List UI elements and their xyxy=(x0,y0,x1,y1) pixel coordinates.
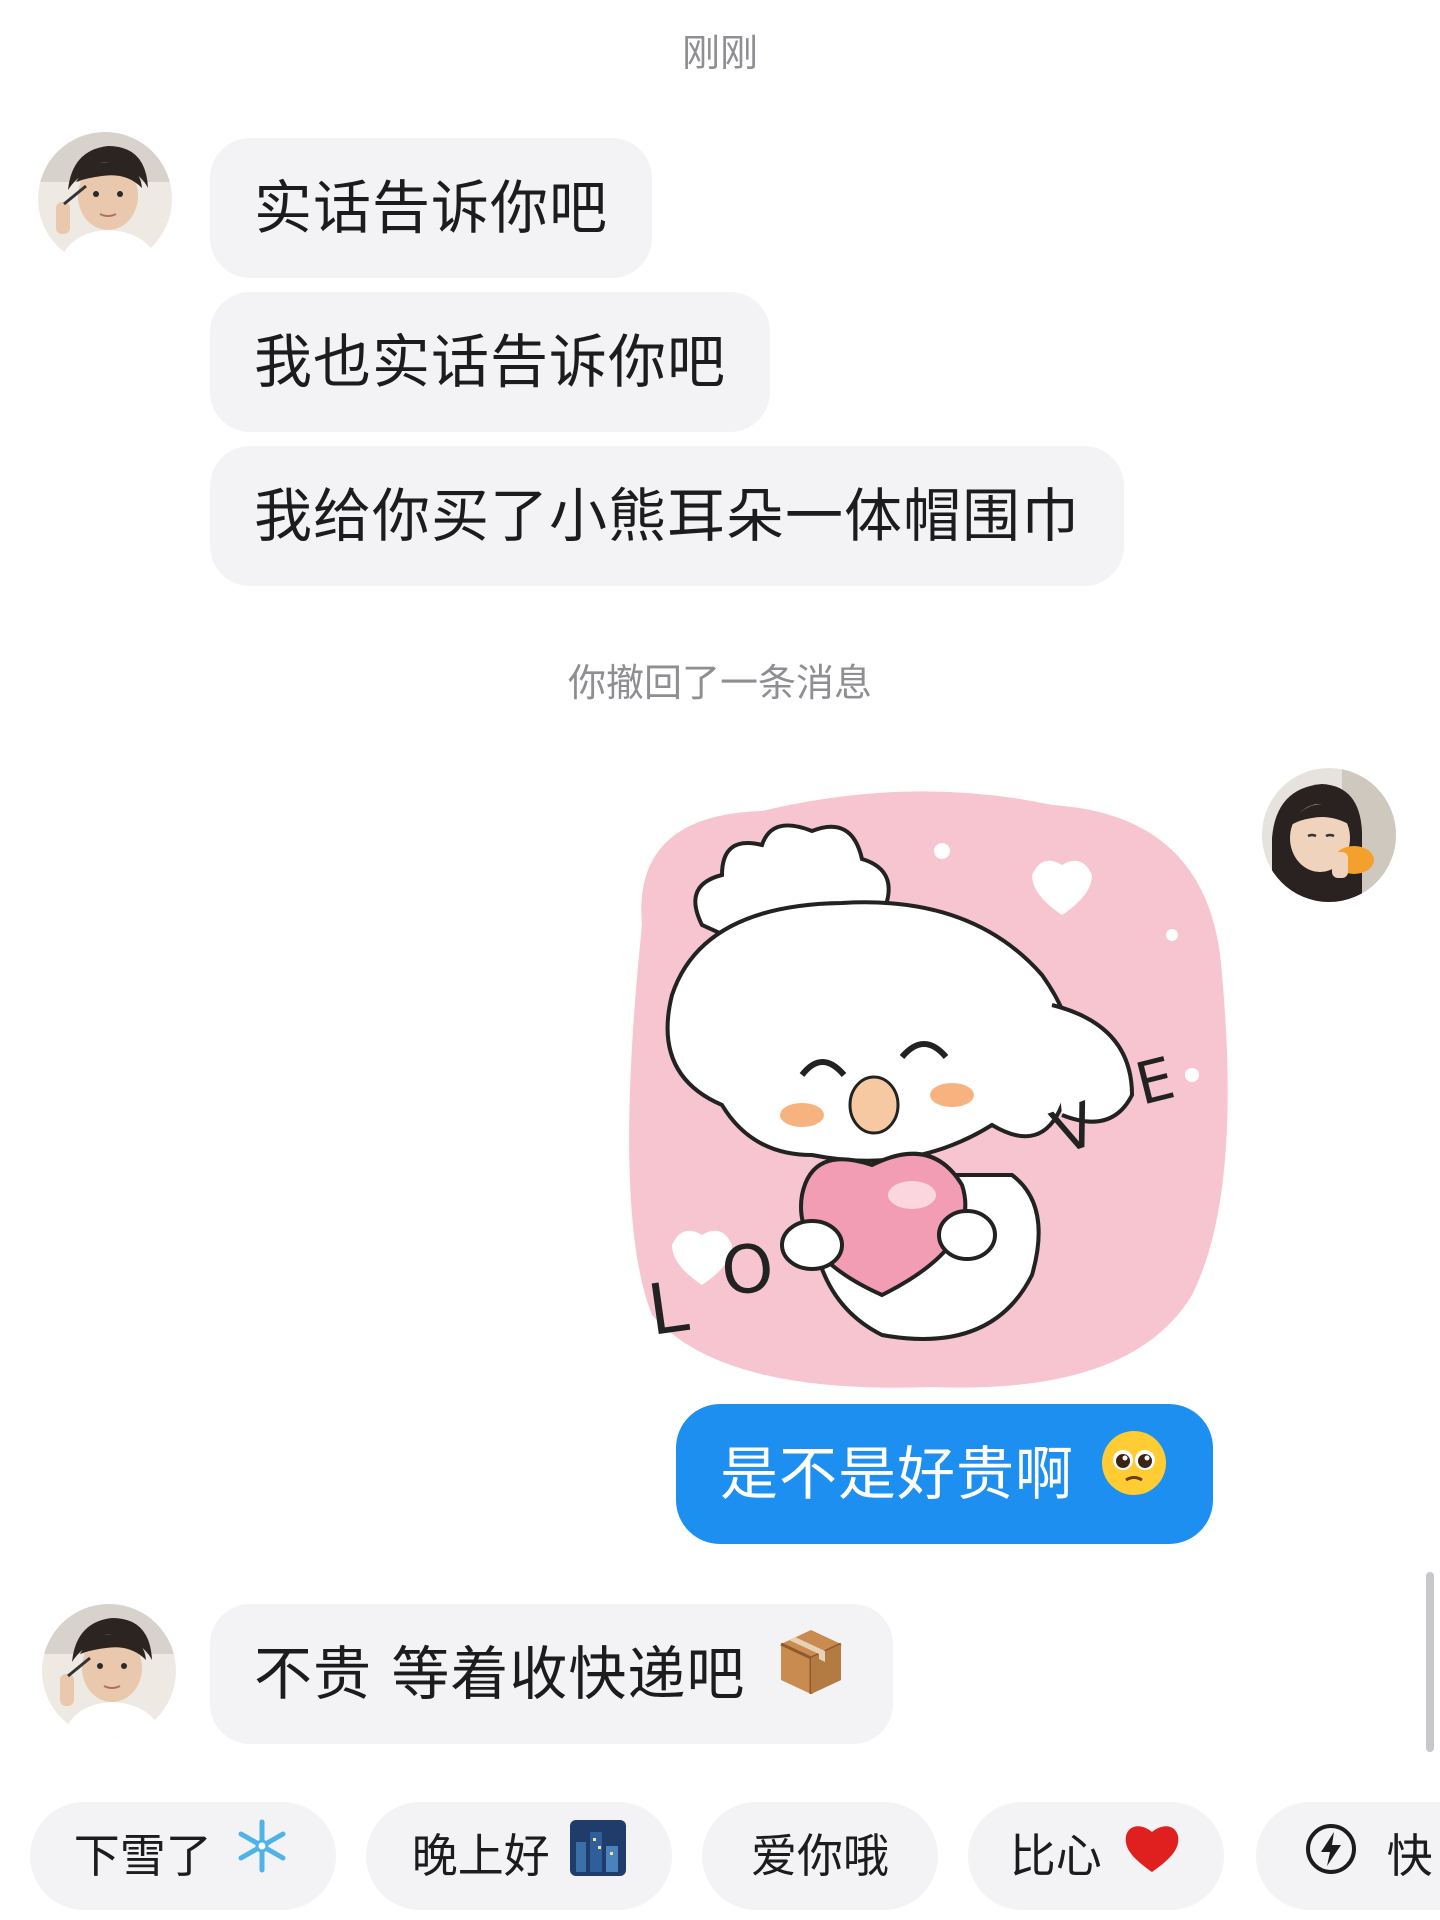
contact-avatar[interactable] xyxy=(38,132,172,266)
my-avatar[interactable] xyxy=(1262,768,1396,902)
lightning-icon xyxy=(1304,1806,1358,1914)
sticker-letter: O xyxy=(718,1229,778,1311)
pleading-face-icon xyxy=(1099,1408,1169,1548)
bunny-holding-heart-sticker-icon: L O V E xyxy=(629,791,1228,1388)
quick-reply-chip[interactable]: 晚上好 xyxy=(366,1802,672,1910)
message-bubble[interactable]: 实话告诉你吧 xyxy=(210,138,653,278)
chip-label: 爱你哦 xyxy=(751,1829,889,1883)
love-sticker[interactable]: L O V E xyxy=(612,775,1236,1395)
contact-avatar[interactable] xyxy=(42,1604,176,1738)
quick-reply-chip[interactable]: 下雪了 xyxy=(30,1802,336,1910)
contact-photo-icon xyxy=(38,132,172,266)
scrollbar[interactable] xyxy=(1426,1572,1434,1752)
red-heart-icon xyxy=(1122,1806,1182,1914)
package-icon xyxy=(773,1608,849,1748)
chip-label: 晚上好 xyxy=(411,1829,550,1883)
my-photo-icon xyxy=(1262,768,1396,902)
recall-notice: 你撤回了一条消息 xyxy=(567,661,872,705)
message-bubble[interactable]: 我也实话告诉你吧 xyxy=(210,292,771,432)
night-city-icon xyxy=(570,1806,627,1914)
message-bubble[interactable]: 我给你买了小熊耳朵一体帽围巾 xyxy=(210,446,1125,586)
quick-reply-bar: 下雪了 晚上好 爱你哦 比心 快 xyxy=(0,1800,1440,1920)
chip-label: 下雪了 xyxy=(73,1829,212,1883)
quick-reply-chip[interactable]: 爱你哦 xyxy=(702,1802,938,1910)
chip-label: 快 xyxy=(1386,1829,1433,1883)
snowflake-icon xyxy=(232,1806,292,1914)
quick-reply-chip[interactable]: 比心 xyxy=(968,1802,1224,1910)
message-text: 是不是好贵啊 xyxy=(720,1440,1075,1508)
message-text: 不贵 等着收快递吧 xyxy=(254,1640,746,1708)
message-bubble-outgoing[interactable]: 是不是好贵啊 xyxy=(676,1404,1214,1544)
timestamp: 刚刚 xyxy=(681,31,758,75)
contact-photo-icon xyxy=(42,1604,176,1738)
message-bubble[interactable]: 不贵 等着收快递吧 xyxy=(210,1604,893,1744)
quick-reply-chip[interactable]: 快 xyxy=(1256,1802,1440,1910)
chip-label: 比心 xyxy=(1009,1829,1102,1883)
